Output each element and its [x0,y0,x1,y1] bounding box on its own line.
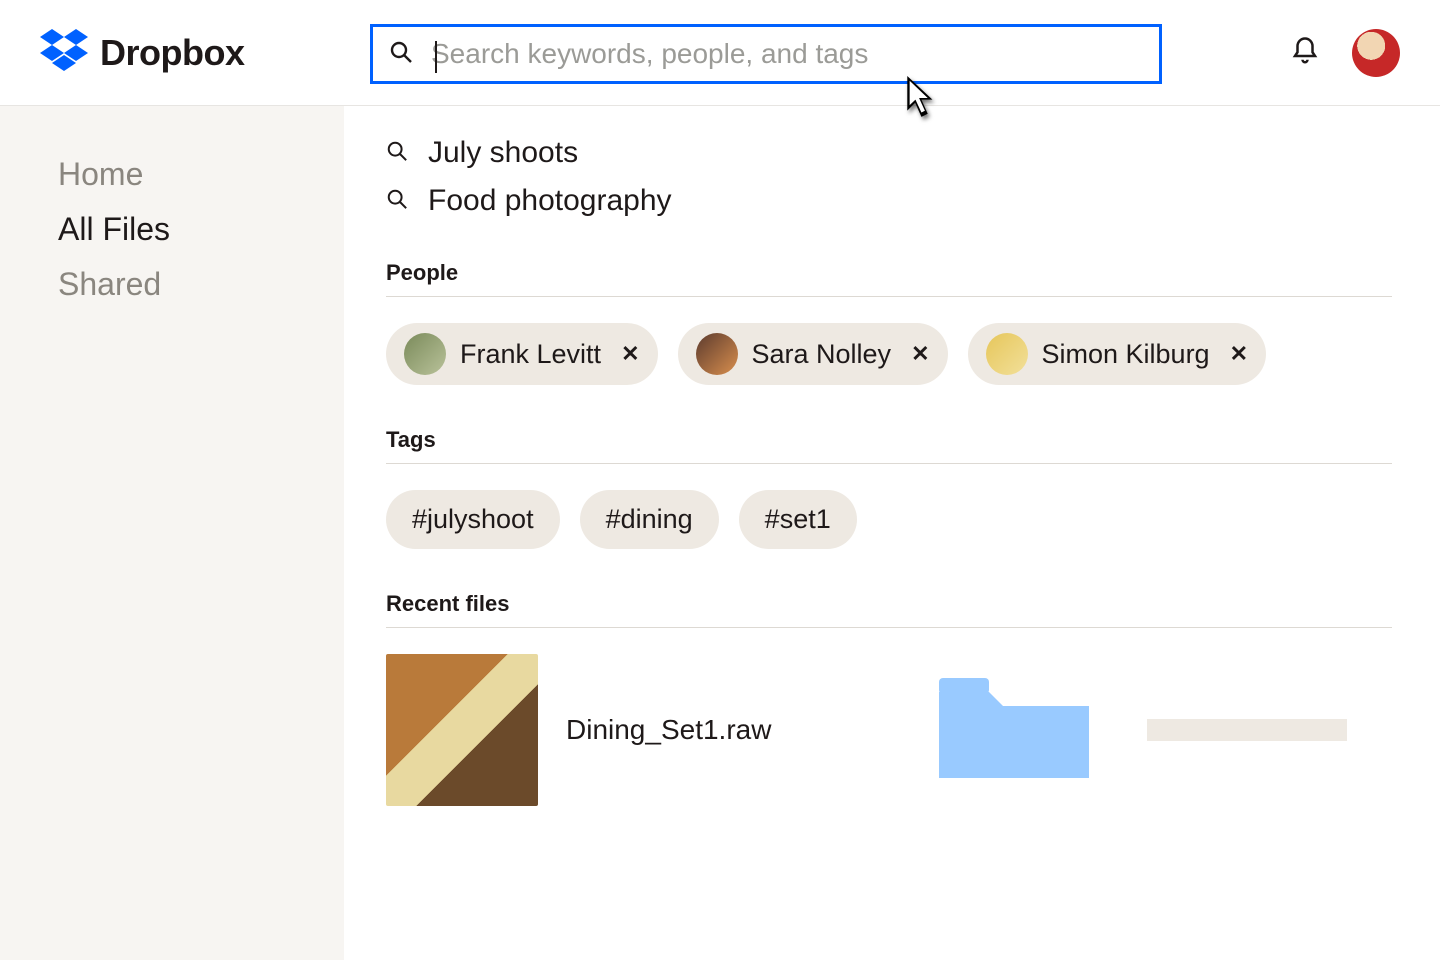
search-suggestion[interactable]: July shoots [386,136,1392,170]
sidebar-item-shared[interactable]: Shared [58,266,344,303]
file-thumbnail[interactable] [386,654,538,806]
person-name: Simon Kilburg [1042,339,1210,370]
recent-files-header: Recent files [386,591,1392,628]
file-name[interactable]: Dining_Set1.raw [566,714,771,746]
tags-section: Tags #julyshoot #dining #set1 [386,427,1392,549]
search-icon [386,184,408,218]
search-dropdown-panel: July shoots Food photography People Fran… [344,106,1440,960]
sidebar-item-all-files[interactable]: All Files [58,211,344,248]
person-name: Sara Nolley [752,339,892,370]
text-caret [435,41,437,73]
sidebar-nav: Home All Files Shared [0,106,344,960]
app-header: Dropbox [0,0,1440,106]
brand-name: Dropbox [100,32,245,74]
close-icon[interactable]: ✕ [1230,341,1248,367]
close-icon[interactable]: ✕ [911,341,929,367]
suggestion-label: July shoots [428,136,578,170]
suggestion-label: Food photography [428,184,672,218]
header-actions [1290,0,1400,106]
person-avatar [404,333,446,375]
tag-chip[interactable]: #set1 [739,490,857,549]
people-section: People Frank Levitt ✕ Sara Nolley ✕ Simo… [386,260,1392,385]
notifications-bell-icon[interactable] [1290,36,1320,71]
search-icon [389,40,413,69]
recent-files-section: Recent files Dining_Set1.raw [386,591,1392,806]
person-chip[interactable]: Frank Levitt ✕ [386,323,658,385]
tag-chip[interactable]: #julyshoot [386,490,560,549]
tags-header: Tags [386,427,1392,464]
tag-label: #set1 [765,504,831,535]
person-avatar [986,333,1028,375]
search-input[interactable] [431,38,1143,70]
tag-chip[interactable]: #dining [580,490,719,549]
folder-icon[interactable] [939,678,1089,783]
close-icon[interactable]: ✕ [621,341,639,367]
search-suggestion[interactable]: Food photography [386,184,1392,218]
brand[interactable]: Dropbox [40,29,245,76]
dropbox-logo-icon [40,29,88,76]
person-name: Frank Levitt [460,339,601,370]
search-icon [386,136,408,170]
account-avatar[interactable] [1352,29,1400,77]
tag-label: #julyshoot [412,504,534,535]
sidebar-item-home[interactable]: Home [58,156,344,193]
people-header: People [386,260,1392,297]
tag-label: #dining [606,504,693,535]
placeholder-bar [1147,719,1347,741]
search-box[interactable] [370,24,1162,84]
person-chip[interactable]: Sara Nolley ✕ [678,323,948,385]
person-chip[interactable]: Simon Kilburg ✕ [968,323,1267,385]
person-avatar [696,333,738,375]
